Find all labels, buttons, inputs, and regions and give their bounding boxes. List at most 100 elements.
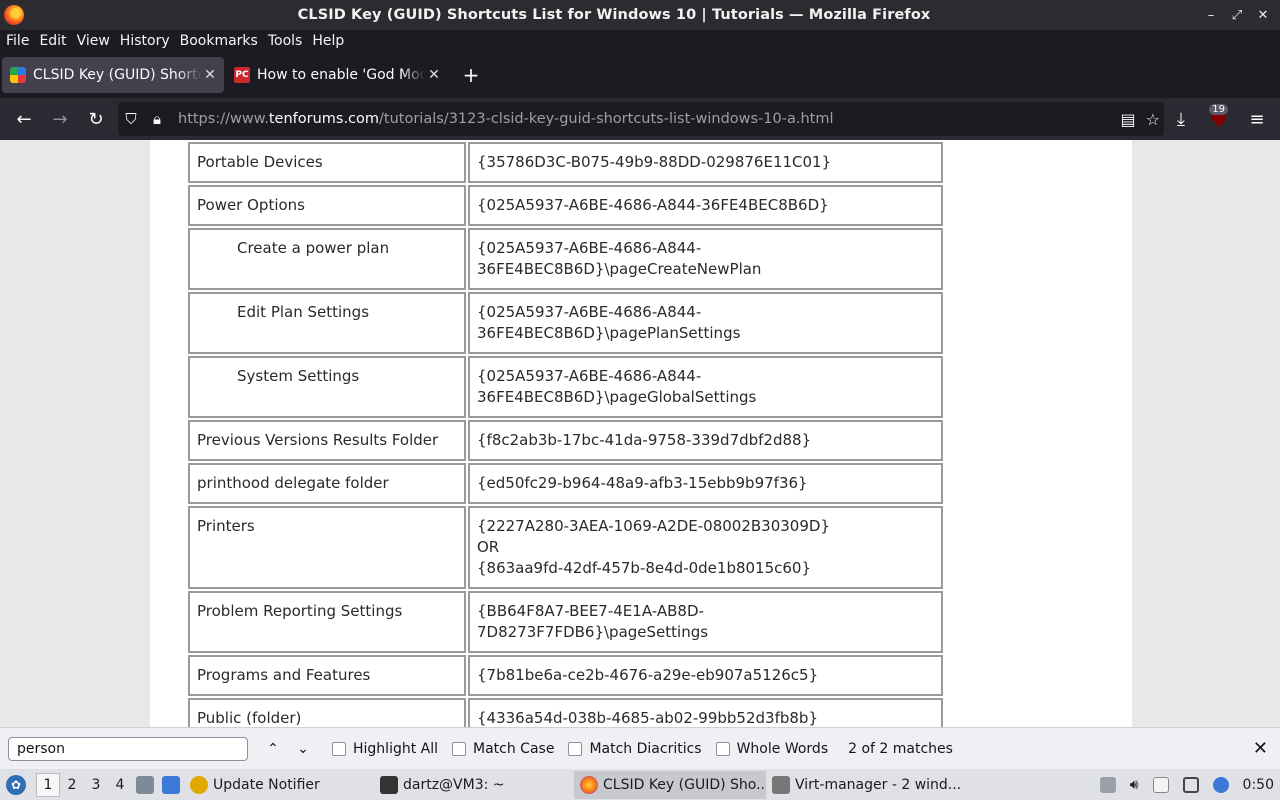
guid-cell: {4336a54d-038b-4685-ab02-99bb52d3fb8b} xyxy=(468,698,943,727)
shortcut-name-cell: Power Options xyxy=(188,185,466,226)
guid-cell: {025A5937-A6BE-4686-A844-36FE4BEC8B6D} xyxy=(468,185,943,226)
system-tray: 🔊︎ 0:50 xyxy=(1099,769,1274,800)
tenforums-favicon-icon xyxy=(10,67,26,83)
page-content: Portable Devices {35786D3C-B075-49b9-88DD… xyxy=(0,140,1280,727)
addon-badge: 19 xyxy=(1209,104,1228,115)
find-next-icon[interactable]: ⌄ xyxy=(288,741,318,757)
shortcut-name-cell: Printers xyxy=(188,506,466,589)
highlight-all-checkbox[interactable]: Highlight All xyxy=(332,741,438,757)
url-text[interactable]: https://www.tenforums.com/tutorials/3123… xyxy=(178,111,834,127)
eject-icon[interactable] xyxy=(1099,776,1116,793)
tab-clsid[interactable]: CLSID Key (GUID) Shortcuts List for Wind… xyxy=(2,57,224,93)
match-case-checkbox[interactable]: Match Case xyxy=(452,741,554,757)
tab-label: CLSID Key (GUID) Shortcuts List for Wind… xyxy=(33,67,202,83)
shortcut-name-cell: Problem Reporting Settings xyxy=(188,591,466,653)
clsid-table: Portable Devices {35786D3C-B075-49b9-88DD… xyxy=(186,140,945,727)
workspace-3[interactable]: 3 xyxy=(84,777,108,793)
guid-cell: {BB64F8A7-BEE7-4E1A-AB8D-7D8273F7FDB6}\p… xyxy=(468,591,943,653)
start-menu-icon[interactable]: ✿ xyxy=(6,774,26,795)
guid-cell: {025A5937-A6BE-4686-A844-36FE4BEC8B6D}\p… xyxy=(468,228,943,290)
terminal-icon xyxy=(380,775,398,794)
guid-value: {2227A280-3AEA-1069-A2DE-08002B30309D} xyxy=(477,517,830,535)
workspace-1[interactable]: 1 xyxy=(36,772,60,797)
notification-icon[interactable] xyxy=(1212,776,1229,793)
shortcut-name-cell: Programs and Features xyxy=(188,655,466,696)
guid-value: {863aa9fd-42df-457b-8e4d-0de1b8015c60} xyxy=(477,559,812,577)
menu-history[interactable]: History xyxy=(120,33,170,49)
whole-words-checkbox[interactable]: Whole Words xyxy=(715,741,828,757)
guid-cell: {2227A280-3AEA-1069-A2DE-08002B30309D} OR… xyxy=(468,506,943,589)
table-row: Programs and Features {7b81be6a-ce2b-4676… xyxy=(188,655,943,696)
menu-bar: File Edit View History Bookmarks Tools H… xyxy=(0,30,1280,52)
menu-file[interactable]: File xyxy=(6,33,29,49)
file-manager-icon[interactable] xyxy=(136,775,154,794)
shortcut-name-cell: Previous Versions Results Folder xyxy=(188,420,466,461)
table-row: Edit Plan Settings {025A5937-A6BE-4686-A8… xyxy=(188,292,943,354)
tab-label: How to enable 'God Mode' in Windows 10 xyxy=(257,67,426,83)
reload-button[interactable]: ↻ xyxy=(78,103,114,135)
close-tab-icon[interactable]: ✕ xyxy=(202,67,218,83)
shortcut-name-cell: Create a power plan xyxy=(188,228,466,290)
clock[interactable]: 0:50 xyxy=(1243,777,1274,793)
new-tab-button[interactable]: + xyxy=(454,63,488,87)
workspace-2[interactable]: 2 xyxy=(60,777,84,793)
table-row: Power Options {025A5937-A6BE-4686-A844-36… xyxy=(188,185,943,226)
task-virt-manager[interactable]: Virt-manager - 2 wind... xyxy=(766,771,966,799)
close-window-button[interactable]: ✕ xyxy=(1256,8,1270,23)
maximize-button[interactable]: ⤢ xyxy=(1230,8,1244,23)
update-notifier-icon xyxy=(190,775,208,794)
menu-view[interactable]: View xyxy=(77,33,110,49)
nav-bar: ← → ↻ ⛉ 🔒︎ https://www.tenforums.com/tut… xyxy=(0,98,1280,140)
task-update-notifier[interactable]: Update Notifier xyxy=(184,771,374,799)
shortcut-name-cell: Public (folder) xyxy=(188,698,466,727)
pcgamer-favicon-icon: PC xyxy=(234,67,250,83)
app-menu-icon[interactable]: ≡ xyxy=(1240,103,1274,135)
task-terminal[interactable]: dartz@VM3: ~ xyxy=(374,771,574,799)
url-bar[interactable]: ⛉ 🔒︎ https://www.tenforums.com/tutorials… xyxy=(118,102,1164,136)
shortcut-name-cell: Portable Devices xyxy=(188,142,466,183)
guid-cell: {7b81be6a-ce2b-4676-a29e-eb907a5126c5} xyxy=(468,655,943,696)
guid-cell: {f8c2ab3b-17bc-41da-9758-339d7dbf2d88} xyxy=(468,420,943,461)
or-separator: OR xyxy=(477,538,500,556)
reader-view-icon[interactable]: ▤ xyxy=(1121,110,1136,129)
workspace-4[interactable]: 4 xyxy=(108,777,132,793)
window-titlebar: CLSID Key (GUID) Shortcuts List for Wind… xyxy=(0,0,1280,30)
downloads-icon[interactable]: ⤓ xyxy=(1164,103,1198,135)
table-row: Portable Devices {35786D3C-B075-49b9-88DD… xyxy=(188,142,943,183)
menu-edit[interactable]: Edit xyxy=(39,33,66,49)
match-diacritics-checkbox[interactable]: Match Diacritics xyxy=(568,741,702,757)
guid-cell: {35786D3C-B075-49b9-88DD-029876E11C01} xyxy=(468,142,943,183)
task-firefox[interactable]: CLSID Key (GUID) Sho... xyxy=(574,770,766,799)
firefox-icon xyxy=(4,5,24,25)
back-button[interactable]: ← xyxy=(6,103,42,135)
clipboard-icon[interactable] xyxy=(1152,776,1169,793)
table-row: Create a power plan {025A5937-A6BE-4686-A… xyxy=(188,228,943,290)
forward-button[interactable]: → xyxy=(42,103,78,135)
network-icon[interactable] xyxy=(1182,776,1199,793)
guid-cell: {025A5937-A6BE-4686-A844-36FE4BEC8B6D}\p… xyxy=(468,356,943,418)
minimize-button[interactable]: – xyxy=(1204,8,1218,23)
firefox-task-icon xyxy=(580,775,598,794)
table-row: Previous Versions Results Folder {f8c2ab3… xyxy=(188,420,943,461)
window-title: CLSID Key (GUID) Shortcuts List for Wind… xyxy=(297,7,931,23)
close-tab-icon[interactable]: ✕ xyxy=(426,67,442,83)
table-row: Public (folder) {4336a54d-038b-4685-ab02-… xyxy=(188,698,943,727)
menu-bookmarks[interactable]: Bookmarks xyxy=(180,33,258,49)
table-row: printhood delegate folder {ed50fc29-b964-… xyxy=(188,463,943,504)
menu-tools[interactable]: Tools xyxy=(268,33,303,49)
lock-icon[interactable]: 🔒︎ xyxy=(144,110,170,128)
find-input[interactable] xyxy=(8,736,248,761)
show-desktop-icon[interactable] xyxy=(162,775,180,794)
menu-help[interactable]: Help xyxy=(312,33,344,49)
shortcut-name-cell: System Settings xyxy=(188,356,466,418)
find-previous-icon[interactable]: ⌃ xyxy=(258,741,288,757)
shortcut-name-cell: printhood delegate folder xyxy=(188,463,466,504)
volume-icon[interactable]: 🔊︎ xyxy=(1130,777,1139,793)
article-body: Portable Devices {35786D3C-B075-49b9-88DD… xyxy=(150,140,1132,727)
bookmark-star-icon[interactable]: ☆ xyxy=(1146,110,1160,129)
tab-strip: CLSID Key (GUID) Shortcuts List for Wind… xyxy=(0,52,1280,98)
close-find-bar-icon[interactable]: ✕ xyxy=(1253,738,1268,759)
guid-cell: {025A5937-A6BE-4686-A844-36FE4BEC8B6D}\p… xyxy=(468,292,943,354)
tracking-protection-shield-icon[interactable]: ⛉ xyxy=(118,110,144,128)
tab-god-mode[interactable]: PC How to enable 'God Mode' in Windows 1… xyxy=(226,57,448,93)
